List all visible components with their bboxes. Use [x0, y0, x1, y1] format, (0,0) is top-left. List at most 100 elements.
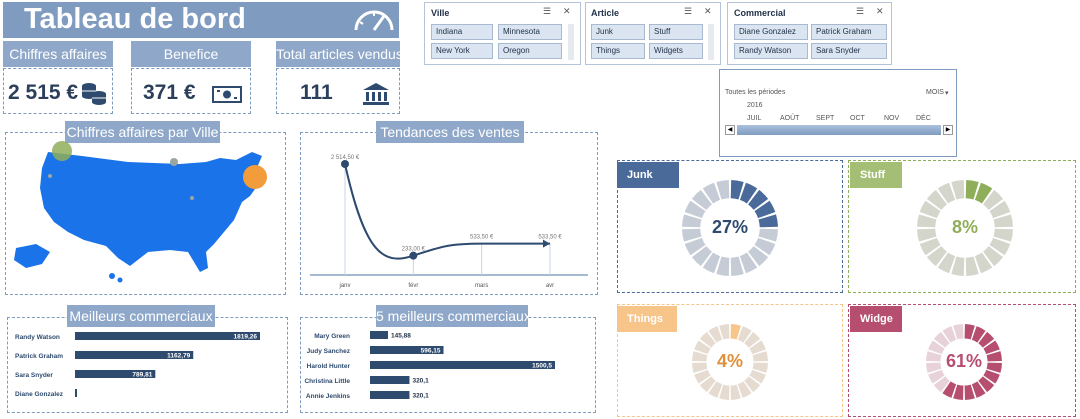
donut-label-stuff: Stuff — [850, 162, 902, 188]
usa-map — [14, 141, 267, 283]
timeline-unit[interactable]: MOIS — [926, 89, 944, 96]
kpi-revenue-label: Chiffres affaires — [3, 41, 113, 67]
scroll-left-icon[interactable]: ◀ — [725, 125, 735, 135]
best-chart: Randy Watson 1819,26 Patrick Graham 1162,79… — [15, 332, 260, 398]
clear-filter-icon[interactable]: ✕ — [876, 6, 884, 17]
kpi-items-label: Total articles vendus — [276, 41, 403, 67]
trend-series-line — [344, 163, 550, 260]
page-title: Tableau de bord — [24, 3, 246, 35]
slicer-commercial: Commercial ☰ ✕ Diane Gonzalez Patrick Gr… — [727, 2, 892, 65]
donut-pct-stuff: 8% — [951, 217, 978, 237]
banknote-icon — [212, 86, 242, 103]
slicer-item-things[interactable]: Things — [591, 43, 645, 59]
trend-point[interactable] — [409, 251, 418, 260]
timeline-month-0[interactable]: JUIL — [747, 115, 761, 122]
map-hawaii — [117, 277, 123, 283]
timeline-slicer: Toutes les périodes MOIS ▾ 2016 JUIL AOÛ… — [719, 69, 957, 157]
multi-select-icon[interactable]: ☰ — [684, 6, 692, 17]
chevron-down-icon[interactable]: ▾ — [945, 89, 949, 97]
slicer-article-scrollbar[interactable] — [708, 24, 714, 60]
map-hawaii — [109, 273, 115, 279]
slicer-ville-title: Ville — [431, 8, 450, 18]
bar-mark[interactable] — [370, 361, 555, 369]
timeline-month-1[interactable]: AOÛT — [780, 115, 799, 122]
trend-arrowhead — [543, 239, 550, 248]
kpi-profit-value: 371 € — [143, 81, 196, 104]
multi-select-icon[interactable]: ☰ — [543, 6, 551, 17]
trend-chart: janv2 514,50 €févr233,00 €mars533,50 €av… — [310, 155, 588, 289]
timeline-bar[interactable] — [737, 125, 941, 135]
bar-mark[interactable] — [370, 376, 410, 384]
trend-tick-label: janv — [338, 283, 350, 289]
slicer-item-minnesota[interactable]: Minnesota — [498, 24, 562, 40]
slicer-item-widgets[interactable]: Widgets — [649, 43, 703, 59]
kpi-revenue-value: 2 515 € — [8, 81, 79, 104]
slicer-article-title: Article — [591, 8, 620, 18]
bar-value-label: 596,15 — [421, 348, 441, 355]
bar-value-label: 320,1 — [412, 378, 429, 385]
bar-category-label: Diane Gonzalez — [15, 391, 64, 398]
slicer-item-randy-watson[interactable]: Randy Watson — [734, 43, 808, 59]
map-bubble-minnesota[interactable] — [170, 158, 178, 166]
bar-value-label: 1819,26 — [234, 334, 258, 341]
bar-mark[interactable] — [370, 331, 388, 339]
trend-data-label: 533,50 € — [538, 235, 562, 241]
slicer-item-patrick-graham[interactable]: Patrick Graham — [811, 24, 887, 40]
kpi-items-value: 111 — [300, 81, 333, 104]
slicer-item-stuff[interactable]: Stuff — [649, 24, 703, 40]
map-mainland — [40, 152, 262, 272]
slicer-item-junk[interactable]: Junk — [591, 24, 645, 40]
donut-pct-things: 4% — [716, 351, 743, 371]
kpi-profit-label: Benefice — [131, 41, 251, 67]
trend-point[interactable] — [341, 160, 349, 168]
trend-tick-label: févr — [408, 283, 418, 289]
timeline-month-5[interactable]: DÉC — [916, 115, 931, 122]
coins-icon — [82, 83, 106, 105]
slicer-item-sara-snyder[interactable]: Sara Snyder — [811, 43, 887, 59]
speedometer-icon — [354, 10, 394, 31]
bank-icon — [363, 83, 389, 105]
map-alaska — [14, 244, 50, 268]
bar-category-label: Mary Green — [314, 333, 350, 340]
bar-value-label: 145,88 — [391, 333, 411, 340]
donut-pct-widge: 61% — [945, 351, 983, 371]
timeline-year: 2016 — [747, 102, 763, 109]
timeline-month-2[interactable]: SEPT — [816, 115, 834, 122]
slicer-commercial-title: Commercial — [734, 8, 786, 18]
slicer-article: Article ☰ ✕ Junk Stuff Things Widgets — [585, 2, 721, 65]
map-bubble-new-york[interactable] — [243, 165, 267, 189]
bar-category-label: Christina Little — [304, 378, 350, 385]
map-bubble-small[interactable] — [48, 174, 52, 178]
bar-category-label: Harold Hunter — [307, 363, 351, 370]
trend-data-label: 533,50 € — [470, 235, 494, 241]
bar-category-label: Judy Sanchez — [307, 348, 351, 355]
timeline-header: Toutes les périodes — [725, 89, 786, 96]
map-bubble-oregon[interactable] — [52, 141, 72, 161]
donut-pct-junk: 27% — [711, 217, 749, 237]
bar-mark[interactable] — [75, 332, 260, 340]
trend-tick-label: avr — [546, 283, 554, 289]
timeline-month-4[interactable]: NOV — [884, 115, 899, 122]
trend-tick-label: mars — [475, 283, 488, 289]
slicer-item-diane-gonzalez[interactable]: Diane Gonzalez — [734, 24, 808, 40]
bar-mark[interactable] — [370, 391, 410, 399]
map-bubble-indiana[interactable] — [190, 196, 194, 200]
slicer-item-new-york[interactable]: New York — [431, 43, 493, 59]
multi-select-icon[interactable]: ☰ — [856, 6, 864, 17]
bar-category-label: Patrick Graham — [15, 353, 63, 360]
clear-filter-icon[interactable]: ✕ — [563, 6, 571, 17]
timeline-month-3[interactable]: OCT — [850, 115, 865, 122]
slicer-item-oregon[interactable]: Oregon — [498, 43, 562, 59]
bar-mark[interactable] — [75, 389, 77, 397]
bar-value-label: 1500,5 — [532, 363, 552, 370]
bar-category-label: Randy Watson — [15, 334, 60, 341]
scroll-right-icon[interactable]: ▶ — [943, 125, 953, 135]
donut-label-junk: Junk — [617, 162, 679, 188]
bar-category-label: Annie Jenkins — [306, 393, 350, 400]
top5-chart: Mary Green 145,88 Judy Sanchez 596,15 Harold… — [304, 331, 555, 400]
clear-filter-icon[interactable]: ✕ — [704, 6, 712, 17]
slicer-item-indiana[interactable]: Indiana — [431, 24, 493, 40]
donut-label-things: Things — [617, 306, 677, 332]
bar-value-label: 789,81 — [132, 372, 152, 379]
slicer-ville-scrollbar[interactable] — [568, 24, 574, 60]
